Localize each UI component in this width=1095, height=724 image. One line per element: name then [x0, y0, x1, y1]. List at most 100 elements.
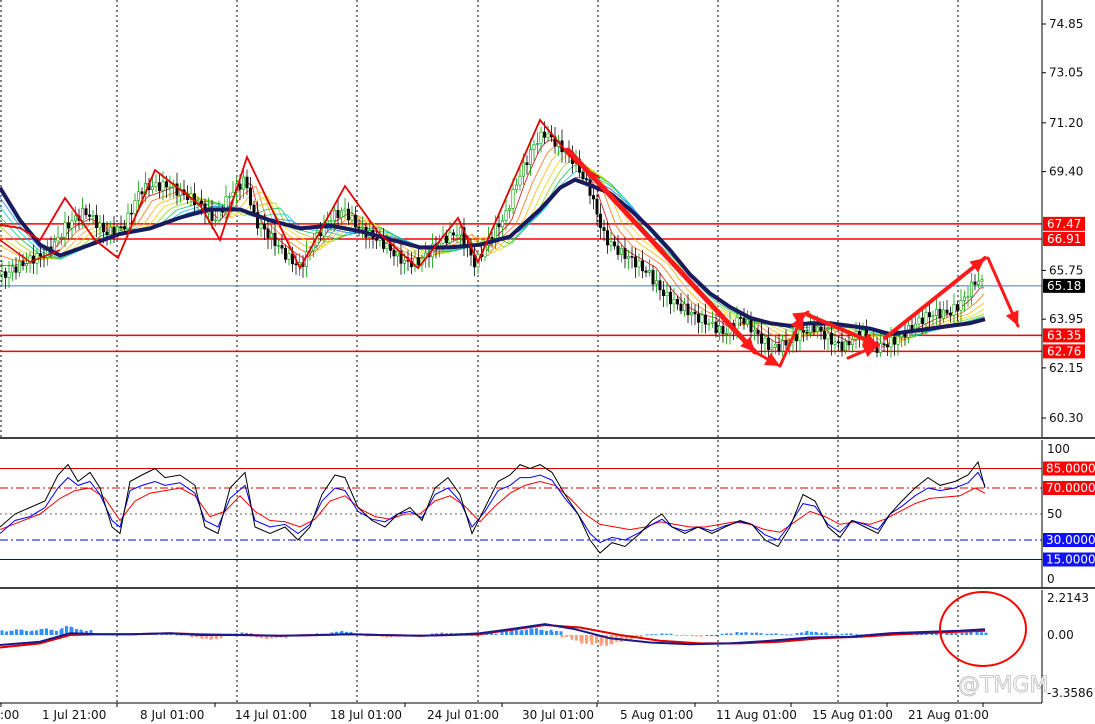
candle-body: [766, 337, 770, 350]
macd-bar: [500, 631, 504, 635]
candle-body: [591, 195, 595, 200]
price-tick-label: 71.20: [1049, 116, 1083, 130]
time-tick-label: 15 Aug 01:00: [812, 708, 893, 722]
candle-body: [924, 312, 928, 324]
candle-body: [98, 222, 102, 229]
macd-bar: [550, 631, 554, 635]
candle-body: [826, 332, 830, 340]
candle-body: [819, 326, 823, 332]
candle-body: [962, 296, 966, 301]
candle-body: [882, 343, 886, 346]
macd-bar: [515, 630, 518, 635]
candle-body: [161, 181, 165, 191]
macd-bar: [714, 635, 718, 636]
macd-bar: [984, 632, 988, 635]
candle-body: [214, 219, 218, 222]
candle-body: [332, 210, 336, 221]
time-tick-label: 18 Jul 01:00: [330, 708, 402, 722]
macd-bar: [965, 632, 968, 635]
candle-body: [84, 208, 88, 216]
candle-body: [109, 226, 113, 235]
macd-bar: [5, 631, 8, 635]
candle-body: [497, 223, 501, 228]
macd-bar: [660, 633, 664, 635]
candle-body: [931, 315, 935, 318]
candle-body: [11, 266, 15, 273]
candle-body: [262, 224, 266, 230]
candle-body: [507, 208, 511, 211]
candle-body: [763, 337, 767, 344]
candle-body: [721, 325, 725, 334]
macd-bar: [770, 633, 773, 635]
candle-body: [805, 331, 809, 334]
price-tick-label: 65.75: [1049, 263, 1083, 277]
candle-body: [780, 340, 784, 352]
macd-bar: [845, 633, 848, 635]
candle-body: [777, 343, 781, 352]
candle-body: [969, 281, 973, 298]
candle-body: [402, 259, 406, 264]
macd-bar: [525, 629, 528, 635]
candle-body: [102, 222, 106, 233]
candle-body: [504, 210, 508, 221]
candle-body: [158, 182, 162, 191]
macd-bar: [590, 635, 594, 645]
macd-bar: [699, 635, 703, 637]
candle-body: [920, 317, 924, 324]
candle-body: [360, 226, 364, 229]
candle-body: [74, 215, 78, 222]
candle-body: [525, 162, 529, 165]
candle-body: [598, 213, 602, 228]
time-tick-label: 1 Jul 21:00: [42, 708, 106, 722]
candle-body: [91, 215, 95, 217]
candle-body: [847, 341, 851, 346]
time-tick-label: 5 Aug 01:00: [620, 708, 693, 722]
candle-body: [661, 289, 665, 297]
candle-body: [896, 336, 900, 345]
macd-bar: [820, 632, 823, 635]
candle-body: [675, 299, 679, 305]
candle-body: [752, 329, 756, 333]
stochastic-panel: 100 50 0 85.0000 70.0000 30.0000 15.0000: [0, 440, 1095, 587]
candle-body: [623, 248, 627, 259]
candle-body: [952, 304, 956, 316]
macd-bar: [785, 634, 788, 636]
macd-bar: [710, 635, 713, 636]
macd-bar: [530, 628, 534, 635]
candle-body: [245, 176, 249, 189]
candle-body: [70, 220, 74, 229]
candle-body: [850, 339, 854, 346]
candle-body: [892, 336, 896, 345]
candle-body: [714, 321, 718, 334]
candle-body: [493, 223, 497, 239]
time-tick-label: 8 Jul 01:00: [140, 708, 204, 722]
candle-body: [966, 296, 970, 299]
macd-bar: [40, 628, 44, 635]
candle-body: [0, 271, 4, 275]
candle-body: [637, 260, 641, 268]
macd-bar: [10, 630, 14, 635]
candle-body: [696, 313, 700, 323]
candle-body: [647, 270, 651, 273]
macd-bar: [55, 630, 58, 635]
candle-body: [605, 230, 609, 246]
macd-bar: [815, 633, 819, 635]
candle-body: [770, 347, 774, 350]
candle-body: [444, 235, 448, 244]
candle-body: [217, 210, 221, 221]
candle-body: [843, 341, 847, 351]
stochastic-lines: [0, 460, 986, 554]
price-label-text: 65.18: [1047, 279, 1081, 293]
price-tick-label: 74.85: [1049, 17, 1083, 31]
macd-bar: [729, 633, 733, 635]
candle-body: [973, 281, 977, 285]
candle-body: [654, 280, 658, 285]
macd-bar: [20, 629, 24, 635]
price-panel: 74.85 73.05 71.20 69.40 65.75 63.95 62.15 60.30…: [0, 0, 1085, 703]
candle-body: [67, 222, 71, 229]
macd-bar: [540, 629, 544, 635]
candle-body: [105, 231, 109, 235]
candle-body: [833, 341, 837, 345]
candle-body: [829, 332, 833, 345]
macd-bar: [565, 635, 568, 637]
